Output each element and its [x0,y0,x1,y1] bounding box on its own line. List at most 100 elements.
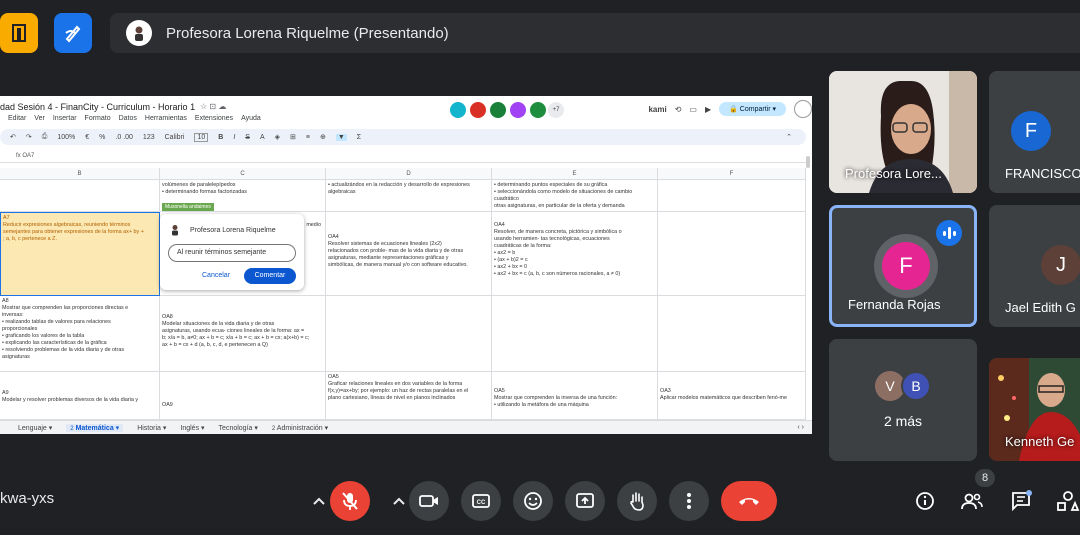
activity-button[interactable] [0,13,38,53]
strikethrough-icon[interactable]: S [245,134,250,141]
zoom-select[interactable]: 100% [57,134,75,141]
collaborator-avatar[interactable] [530,102,546,118]
scroll-tabs-icon[interactable]: ‹ › [797,424,804,431]
collaborator-avatar[interactable] [490,102,506,118]
cell-b4[interactable]: A9 Modelar y resolver problemas diversos… [0,372,160,420]
cell-e2[interactable]: OA4 Resolver, de manera concreta, pictór… [492,212,658,296]
comment-icon[interactable]: ▭ [689,105,697,114]
column-header-b[interactable]: B [0,168,160,180]
print-icon[interactable]: ⎙ [42,133,48,141]
kami-logo[interactable]: kami [648,105,666,114]
menu-ver[interactable]: Ver [34,115,45,122]
cell-d3[interactable] [326,296,492,372]
activities-button[interactable] [1054,487,1080,515]
star-icon[interactable]: ☆ ⊡ ☁ [200,102,226,111]
collaborator-avatar[interactable] [470,102,486,118]
meeting-details-button[interactable] [911,487,939,515]
menu-extensiones[interactable]: Extensiones [195,115,233,122]
whiteboard-button[interactable] [54,13,92,53]
cell-d1[interactable]: • actualizándos en la redacción y desarr… [326,180,492,212]
comment-button[interactable]: Comentar [244,268,296,284]
cell-f3[interactable] [658,296,806,372]
captions-button[interactable]: CC [461,481,501,521]
cell-e4[interactable]: OA5 Mostrar que comprenden la inversa de… [492,372,658,420]
tab-lenguaje[interactable]: Lenguaje ▾ [18,424,52,432]
menu-formato[interactable]: Formato [85,115,111,122]
tab-ingles[interactable]: Inglés ▾ [180,424,204,432]
decimal-format[interactable]: .0 .00 [115,134,133,141]
redo-icon[interactable]: ↷ [26,133,32,141]
menu-herramientas[interactable]: Herramientas [145,115,187,122]
chat-button[interactable] [1007,487,1035,515]
video-icon[interactable]: ▶ [705,105,711,114]
mic-toggle-button[interactable] [330,481,370,521]
cell-b2-selected[interactable]: A7 Reducir expresiones algebraicas, reun… [0,212,160,296]
more-collaborators[interactable]: +7 [548,102,564,118]
cell-b3[interactable]: A8 Mostrar que comprenden las proporcion… [0,296,160,372]
present-screen-button[interactable] [565,481,605,521]
cell-f4[interactable]: OA3 Aplicar modelos matemáticos que desc… [658,372,806,420]
fill-color-icon[interactable]: ◈ [275,133,280,141]
cell-d2[interactable]: OA4 Resolver sistemas de ecuaciones line… [326,212,492,296]
tab-administracion[interactable]: 2 Administración ▾ [272,424,328,432]
reactions-button[interactable] [513,481,553,521]
menu-ayuda[interactable]: Ayuda [241,115,261,122]
tab-matematica[interactable]: 2 Matemática ▾ [66,423,124,432]
collaborator-avatar[interactable] [510,102,526,118]
cell-f2[interactable] [658,212,806,296]
raise-hand-button[interactable] [617,481,657,521]
cell-c3[interactable]: OA8 Modelar situaciones de la vida diari… [160,296,326,372]
italic-icon[interactable]: I [233,134,235,141]
formula-bar[interactable]: fx OA7 [0,149,806,163]
participant-tile-more[interactable]: V B 2 más [829,339,977,461]
cell-e1[interactable]: • determinando puntos especiales de su g… [492,180,658,212]
cancel-button[interactable]: Cancelar [202,272,230,279]
currency-format[interactable]: € [85,134,89,141]
participant-tile-francisco[interactable]: F FRANCISCO [989,71,1080,193]
history-icon[interactable]: ⟲ [675,105,682,114]
vertical-scrollbar[interactable] [806,156,810,168]
collapse-toolbar-icon[interactable]: ⌃ [786,133,792,141]
more-options-button[interactable] [669,481,709,521]
share-button[interactable]: 🔒 Compartir ▾ [719,102,786,116]
bold-icon[interactable]: B [218,134,223,141]
cell-c4[interactable]: OA9 [160,372,326,420]
font-size-input[interactable]: 10 [194,132,209,142]
tab-tecnologia[interactable]: Tecnología ▾ [219,424,258,432]
column-header-c[interactable]: C [160,168,326,180]
account-avatar[interactable] [794,100,812,118]
participant-tile-profesora[interactable]: Profesora Lore... [829,71,977,193]
undo-icon[interactable]: ↶ [10,133,16,141]
tab-historia[interactable]: Historia ▾ [137,424,166,432]
function-icon[interactable]: Σ [357,134,361,141]
collaborator-avatar[interactable] [450,102,466,118]
menu-datos[interactable]: Datos [119,115,137,122]
comment-input[interactable]: Al reunir términos semejante [168,244,296,262]
percent-format[interactable]: % [99,134,105,141]
align-icon[interactable]: ≡ [306,134,310,141]
tab-label: Administración [276,424,323,432]
menu-editar[interactable]: Editar [8,115,26,122]
cell-b1[interactable] [0,180,160,212]
number-format[interactable]: 123 [143,134,155,141]
font-select[interactable]: Calibri [165,134,185,141]
column-header-e[interactable]: E [492,168,658,180]
borders-icon[interactable]: ⊞ [290,133,296,141]
link-icon[interactable]: ⊕ [320,133,326,141]
filter-icon[interactable]: ▼ [335,133,347,141]
participant-tile-kenneth[interactable]: Kenneth Ge [989,358,1080,461]
presenter-banner-text: Profesora Lorena Riquelme (Presentando) [166,24,449,42]
column-header-d[interactable]: D [326,168,492,180]
camera-toggle-button[interactable] [409,481,449,521]
people-button[interactable] [958,487,986,515]
menu-insertar[interactable]: Insertar [53,115,77,122]
cell-e3[interactable] [492,296,658,372]
text-color-icon[interactable]: A [260,134,265,141]
cell-f1[interactable] [658,180,806,212]
participant-tile-fernanda[interactable]: F Fernanda Rojas [829,205,977,327]
leave-call-button[interactable] [721,481,777,521]
audio-options-chevron[interactable] [306,489,332,513]
cell-d4[interactable]: OA5 Graficar relaciones lineales en dos … [326,372,492,420]
column-header-f[interactable]: F [658,168,806,180]
participant-tile-jael[interactable]: J Jael Edith G [989,205,1080,327]
